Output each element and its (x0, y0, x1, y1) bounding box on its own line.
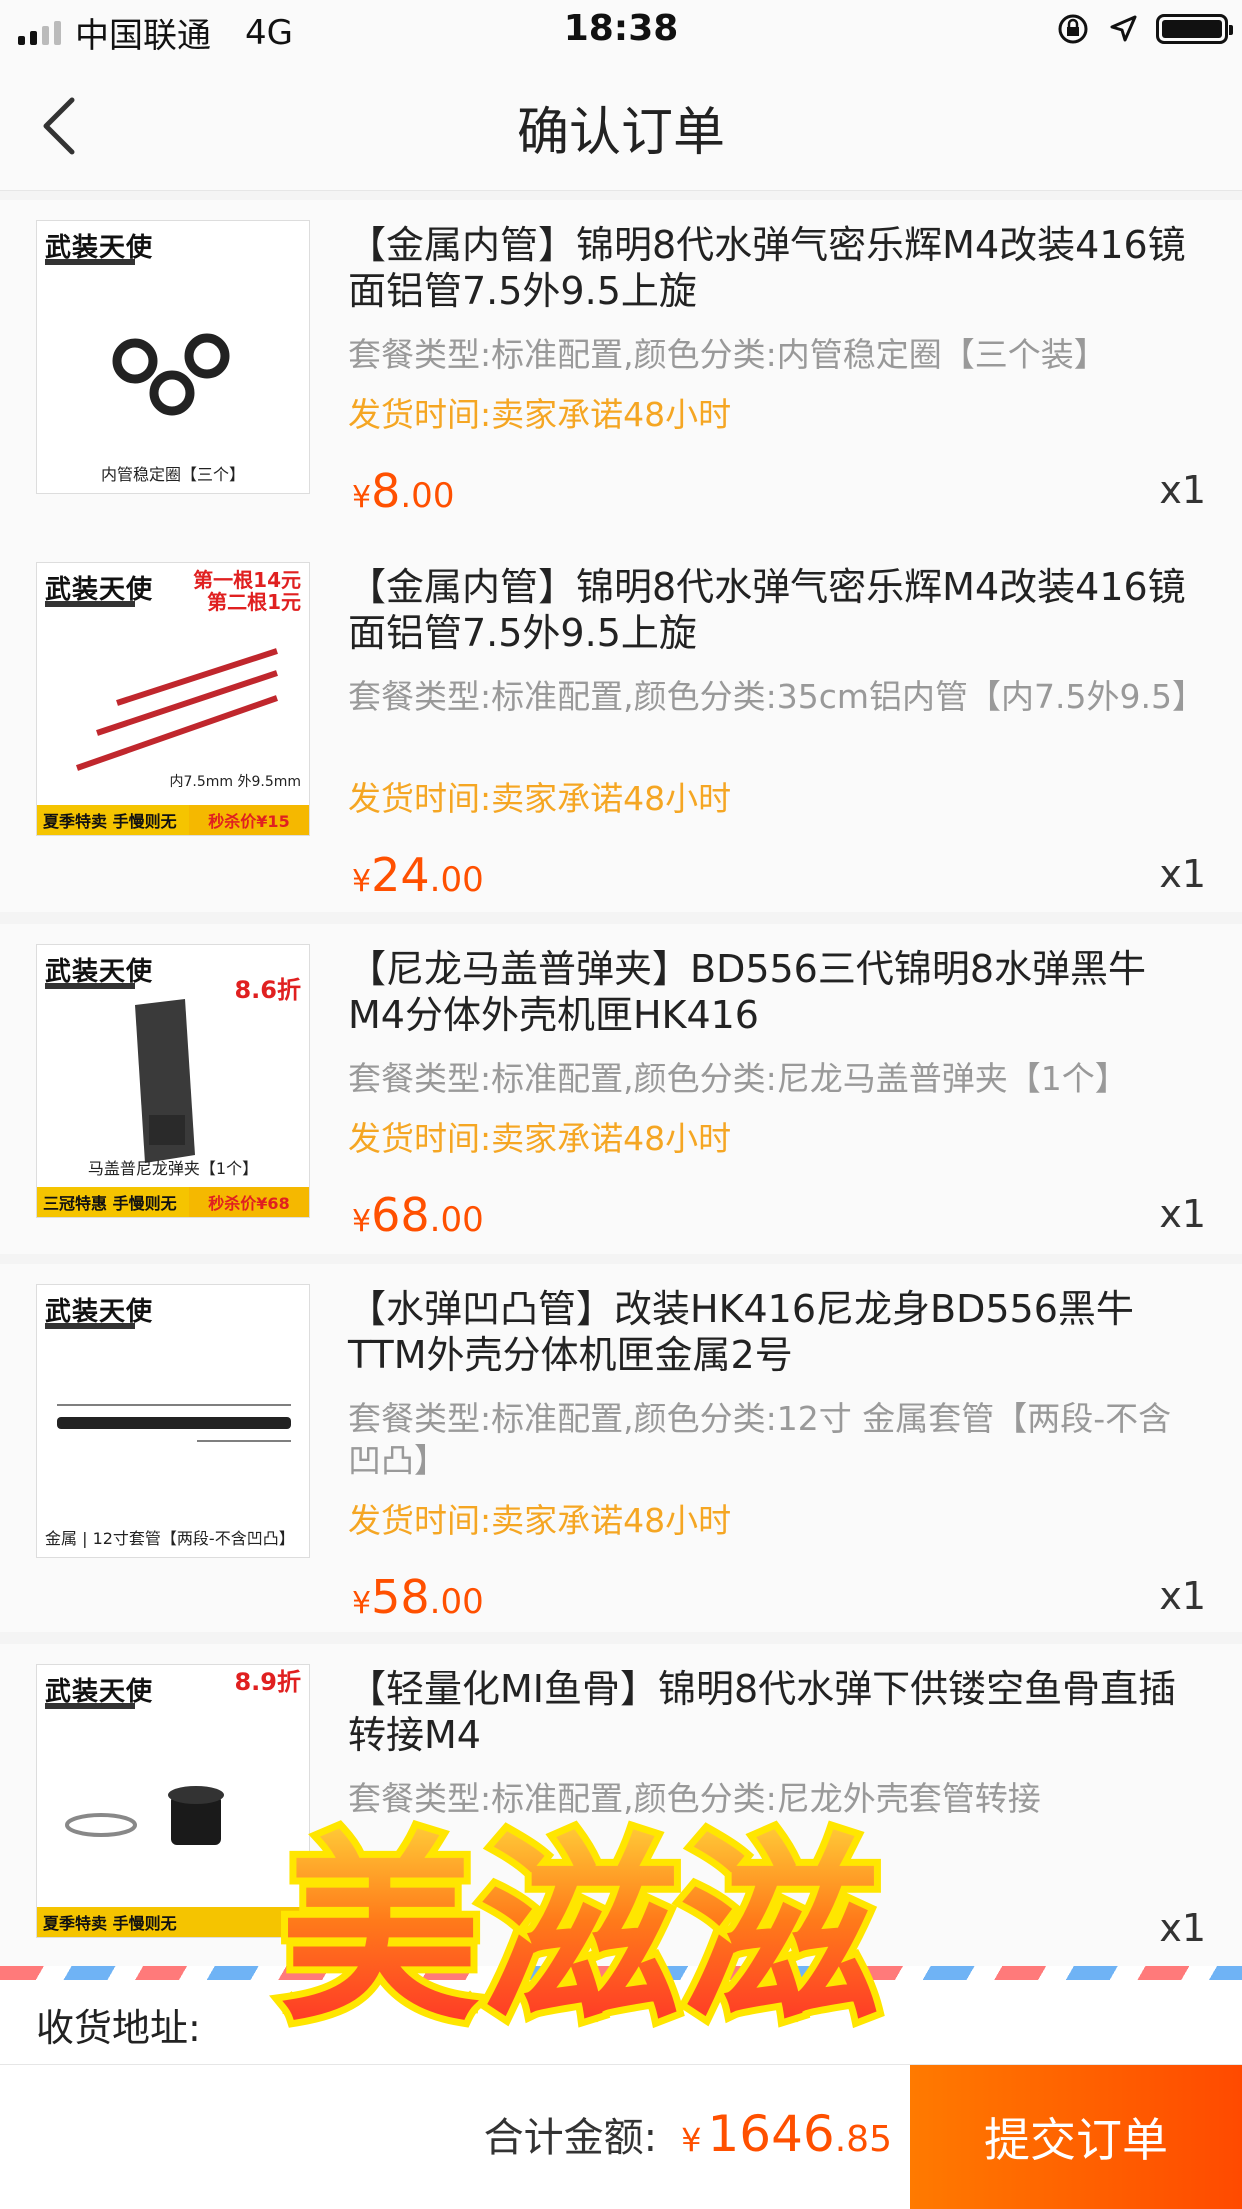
product-spec: 套餐类型:标准配置,颜色分类:35cm铝内管【内7.5外9.5】 (348, 677, 1205, 716)
product-quantity: x1 (1159, 1906, 1206, 1950)
o-rings-image (112, 333, 230, 416)
product-title: 【轻量化MI鱼骨】锦明8代水弹下供镂空鱼骨直插转接M4 (348, 1667, 1177, 1757)
thumb-promo: 8.9折 (234, 1668, 301, 1696)
thumb-brand-line (45, 983, 135, 989)
shipping-time: 发货时间:卖家承诺48小时 (348, 1501, 732, 1540)
submit-order-button[interactable]: 提交订单 (910, 2065, 1242, 2209)
price-integer: 24 (371, 848, 430, 902)
address-label: 收货地址: (36, 2005, 201, 2050)
price-integer: 68 (371, 1188, 430, 1242)
thumb-brand-line (45, 601, 135, 607)
shipping-time: 发货时间:卖家承诺48小时 (348, 779, 732, 818)
product-price: ¥58.00 (352, 1570, 484, 1624)
price-decimal: .00 (429, 860, 484, 900)
location-arrow-icon (1110, 15, 1137, 42)
order-item[interactable]: 武装天使 第一根14元 第二根1元 内7.5mm 外9.5mm 夏季特卖 手慢则… (0, 542, 1242, 912)
product-thumbnail[interactable]: 武装天使 8.9折 夏季特卖 手慢则无 (36, 1664, 310, 1938)
adapter-image (65, 1786, 224, 1845)
product-quantity: x1 (1159, 1574, 1206, 1618)
product-quantity: x1 (1159, 1192, 1206, 1236)
price-integer: 8 (371, 464, 401, 518)
thumb-brand-line (45, 259, 135, 265)
order-item[interactable]: 武装天使 8.6折 马盖普尼龙弹夹【1个】 三冠特惠 手慢则无 秒杀价¥68 【… (0, 924, 1242, 1254)
product-quantity: x1 (1159, 852, 1206, 896)
thumb-brand-line (45, 1323, 135, 1329)
battery-icon (1156, 14, 1233, 44)
banner-left-text: 夏季特卖 手慢则无 (43, 1914, 177, 1933)
product-title: 【金属内管】锦明8代水弹气密乐辉M4改装416镜面铝管7.5外9.5上旋 (348, 565, 1186, 655)
address-row[interactable]: 收货地址: (0, 1980, 1242, 2068)
product-quantity: x1 (1159, 468, 1206, 512)
order-item[interactable]: 武装天使 内管稳定圈【三个】 【金属内管】锦明8代水弹气密乐辉M4改装416镜面… (0, 200, 1242, 560)
price-currency: ¥ (352, 480, 372, 515)
outer-barrel-image (57, 1404, 291, 1442)
thumb-brand-line (45, 1703, 135, 1709)
thumb-banner: 夏季特卖 手慢则无 秒杀价¥15 (37, 805, 309, 835)
banner-right-text: 秒杀价¥68 (189, 1187, 309, 1217)
product-price: ¥8.00 (352, 464, 454, 518)
page-title: 确认订单 (516, 103, 725, 163)
price-currency: ¥ (352, 864, 372, 899)
thumb-promo: 8.6折 (234, 976, 301, 1004)
price-currency: ¥ (352, 1204, 372, 1239)
product-price: ¥68.00 (352, 1188, 484, 1242)
product-spec: 套餐类型:标准配置,颜色分类:内管稳定圈【三个装】 (348, 335, 1107, 374)
product-price: ¥24.00 (352, 848, 484, 902)
product-spec: 套餐类型:标准配置,颜色分类:尼龙马盖普弹夹【1个】 (348, 1059, 1128, 1098)
rotation-lock-icon (1058, 14, 1088, 44)
status-right (1056, 12, 1233, 46)
shipping-time: 发货时间:卖家承诺48小时 (348, 395, 732, 434)
product-spec: 套餐类型:标准配置,颜色分类:12寸 金属套管【两段-不含凹凸】 (348, 1399, 1172, 1480)
airmail-divider (0, 1966, 1242, 1980)
banner-left-text: 夏季特卖 手慢则无 (43, 812, 177, 831)
product-spec: 套餐类型:标准配置,颜色分类:尼龙外壳套管转接 (348, 1779, 1041, 1818)
price-currency: ¥ (352, 1586, 372, 1621)
banner-left-text: 三冠特惠 手慢则无 (43, 1194, 177, 1213)
price-integer: 58 (371, 1570, 430, 1624)
total-currency: ¥ (681, 2121, 702, 2159)
thumb-caption: 内7.5mm 外9.5mm (169, 774, 301, 790)
thumb-caption: 马盖普尼龙弹夹【1个】 (87, 1159, 259, 1178)
banner-right-text: 秒杀价¥15 (189, 805, 309, 835)
nav-bar: 确认订单 (0, 62, 1242, 191)
price-decimal: .00 (429, 1200, 484, 1240)
thumb-promo: 第一根14元 第二根1元 (193, 568, 301, 614)
order-item[interactable]: 武装天使 8.9折 夏季特卖 手慢则无 【轻量化MI鱼骨】锦明8代水弹下供镂空鱼… (0, 1644, 1242, 1966)
product-thumbnail[interactable]: 武装天使 金属 | 12寸套管【两段-不含凹凸】 (36, 1284, 310, 1558)
thumb-caption: 内管稳定圈【三个】 (100, 465, 245, 484)
product-thumbnail[interactable]: 武装天使 内管稳定圈【三个】 (36, 220, 310, 494)
thumb-caption: 金属 | 12寸套管【两段-不含凹凸】 (45, 1529, 295, 1548)
magazine-image (135, 999, 195, 1163)
thumb-banner: 三冠特惠 手慢则无 秒杀价¥68 (37, 1187, 309, 1217)
price-decimal: .00 (429, 1582, 484, 1622)
product-thumbnail[interactable]: 武装天使 第一根14元 第二根1元 内7.5mm 外9.5mm 夏季特卖 手慢则… (36, 562, 310, 836)
product-title: 【水弹凹凸管】改装HK416尼龙身BD556黑牛TTM外壳分体机匣金属2号 (348, 1287, 1134, 1377)
product-title: 【尼龙马盖普弹夹】BD556三代锦明8水弹黑牛M4分体外壳机匣HK416 (348, 947, 1147, 1037)
product-thumbnail[interactable]: 武装天使 8.6折 马盖普尼龙弹夹【1个】 三冠特惠 手慢则无 秒杀价¥68 (36, 944, 310, 1218)
price-decimal: .00 (400, 476, 455, 516)
inner-barrel-image (76, 648, 278, 771)
thumb-banner: 夏季特卖 手慢则无 (37, 1907, 309, 1937)
order-item[interactable]: 武装天使 金属 | 12寸套管【两段-不含凹凸】 【水弹凹凸管】改装HK416尼… (0, 1264, 1242, 1632)
total-decimal: .85 (834, 2119, 892, 2160)
shipping-time: 发货时间:卖家承诺48小时 (348, 1119, 732, 1158)
status-bar: 中国联通 4G 18:38 (0, 0, 1242, 62)
checkout-bar: 合计金额: ¥ 1646 .85 提交订单 (0, 2064, 1242, 2209)
order-total: 合计金额: ¥ 1646 .85 (484, 2105, 892, 2163)
total-integer: 1646 (707, 2105, 835, 2163)
total-label: 合计金额: (483, 2115, 658, 2161)
product-title: 【金属内管】锦明8代水弹气密乐辉M4改装416镜面铝管7.5外9.5上旋 (348, 223, 1186, 313)
